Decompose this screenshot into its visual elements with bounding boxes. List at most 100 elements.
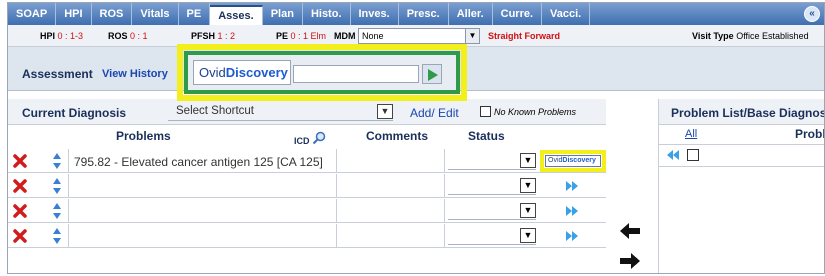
divider xyxy=(444,199,445,223)
problem-list-header: Problem List/Base Diagnos xyxy=(659,99,825,125)
chevron-down-icon: ▼ xyxy=(465,29,479,43)
hpi-value: 0 : 1-3 xyxy=(57,31,84,41)
assessment-title: Assessment xyxy=(22,67,93,81)
divider xyxy=(68,149,69,173)
problem-list-row xyxy=(659,145,824,167)
hpi-label: HPI xyxy=(40,31,56,41)
shortcut-select[interactable]: Select Shortcut ▼ xyxy=(168,103,393,121)
tab-soap[interactable]: SOAP xyxy=(8,3,57,25)
divider xyxy=(68,224,69,248)
problem-list-columns: All Probl xyxy=(659,125,825,145)
problem-list-panel: Problem List/Base Diagnos All Probl xyxy=(658,99,825,273)
pfsh-score: PFSH 1 : 2 xyxy=(191,31,235,41)
chevron-down-icon: ▼ xyxy=(520,203,536,218)
problem-list-title: Problem List/Base Diagnos xyxy=(671,106,825,120)
ovid-brand-2: Discovery xyxy=(225,65,288,80)
magnifier-icon[interactable] xyxy=(312,131,326,145)
chevron-down-icon: ▼ xyxy=(520,153,536,168)
delete-icon[interactable] xyxy=(13,179,27,193)
tab-vitals[interactable]: Vitals xyxy=(132,3,179,25)
no-known-problems-label: No Known Problems xyxy=(494,107,577,117)
tab-ros[interactable]: ROS xyxy=(92,3,133,25)
fast-forward-icon[interactable] xyxy=(566,181,578,191)
tab-investigations[interactable]: Inves. xyxy=(351,3,399,25)
divider xyxy=(444,224,445,248)
ros-label: ROS xyxy=(108,31,128,41)
move-right-arrow-icon[interactable] xyxy=(620,253,640,269)
ovid-search-input[interactable] xyxy=(293,65,419,83)
fast-forward-icon[interactable] xyxy=(566,206,578,216)
visit-type: Visit Type Office Established xyxy=(692,31,809,41)
tab-hpi[interactable]: HPI xyxy=(56,3,92,25)
reorder-icon[interactable] xyxy=(52,227,62,245)
ovid-brand-2: Discovery xyxy=(562,157,596,164)
rewind-icon[interactable] xyxy=(667,150,679,160)
reorder-icon[interactable] xyxy=(52,152,62,170)
status-column-header: Status xyxy=(468,129,505,143)
ovid-brand-1: Ovid xyxy=(199,65,226,80)
straight-forward-label: Straight Forward xyxy=(488,31,561,41)
tab-assessment[interactable]: Asses. xyxy=(210,5,263,25)
delete-icon[interactable] xyxy=(13,204,27,218)
status-select[interactable]: ▼ xyxy=(448,153,536,170)
problem-column-header: Probl xyxy=(795,127,825,141)
play-icon xyxy=(428,69,438,81)
ovid-discovery-button[interactable]: OvidDiscovery xyxy=(545,155,601,167)
divider xyxy=(68,199,69,223)
tab-history[interactable]: Histo. xyxy=(303,3,351,25)
fast-forward-icon[interactable] xyxy=(566,231,578,241)
divider xyxy=(336,149,337,173)
table-row: 795.82 - Elevated cancer antigen 125 [CA… xyxy=(8,149,606,173)
no-known-problems-checkbox[interactable] xyxy=(480,106,491,117)
delete-icon[interactable] xyxy=(13,154,27,168)
tab-pe[interactable]: PE xyxy=(179,3,211,25)
mdm-select[interactable]: None ▼ xyxy=(358,28,480,44)
status-select[interactable]: ▼ xyxy=(448,178,536,195)
divider xyxy=(444,174,445,198)
table-row: ▼ xyxy=(8,224,606,248)
tab-prescriptions[interactable]: Presc. xyxy=(399,3,449,25)
pe-label: PE xyxy=(276,31,289,41)
app-window: SOAP HPI ROS Vitals PE Asses. Plan Histo… xyxy=(7,2,825,274)
pe-value: 0 : 1 Elm xyxy=(290,31,327,41)
current-diagnosis-title: Current Diagnosis xyxy=(22,106,127,120)
reorder-icon[interactable] xyxy=(52,177,62,195)
problems-column-header: Problems xyxy=(116,129,171,143)
pfsh-label: PFSH xyxy=(191,31,216,41)
divider xyxy=(68,174,69,198)
diagnosis-header: Current Diagnosis Select Shortcut ▼ Add/… xyxy=(8,99,606,125)
tab-plan[interactable]: Plan xyxy=(263,3,303,25)
table-row: ▼ xyxy=(8,199,606,223)
view-history-link[interactable]: View History xyxy=(102,68,168,80)
move-left-arrow-icon[interactable] xyxy=(620,223,640,239)
ovid-discovery-logo[interactable]: OvidDiscovery xyxy=(193,60,291,85)
icd-label: ICD xyxy=(294,136,310,146)
collapse-icon[interactable]: « xyxy=(804,6,820,22)
chevron-down-icon: ▼ xyxy=(520,178,536,193)
tab-bar: SOAP HPI ROS Vitals PE Asses. Plan Histo… xyxy=(8,3,824,25)
status-select[interactable]: ▼ xyxy=(448,228,536,245)
pe-score: PE 0 : 1 Elm xyxy=(276,31,326,41)
all-link[interactable]: All xyxy=(685,128,697,140)
tab-vaccines[interactable]: Vacci. xyxy=(542,3,591,25)
mdm-label: MDM xyxy=(334,31,356,41)
chevron-down-icon: ▼ xyxy=(520,228,536,243)
add-edit-link[interactable]: Add/ Edit xyxy=(410,106,459,120)
ros-score: ROS 0 : 1 xyxy=(108,31,148,41)
problem-text[interactable]: 795.82 - Elevated cancer antigen 125 [CA… xyxy=(74,155,323,169)
current-diagnosis-panel: Current Diagnosis Select Shortcut ▼ Add/… xyxy=(8,99,606,273)
divider xyxy=(444,149,445,173)
visit-type-label: Visit Type xyxy=(692,31,734,41)
problem-list-checkbox[interactable] xyxy=(687,149,699,161)
tab-current-meds[interactable]: Curre. xyxy=(493,3,543,25)
status-select[interactable]: ▼ xyxy=(448,203,536,220)
chevron-down-icon: ▼ xyxy=(377,104,393,119)
ros-value: 0 : 1 xyxy=(130,31,148,41)
tab-allergies[interactable]: Aller. xyxy=(449,3,493,25)
delete-icon[interactable] xyxy=(13,229,27,243)
ovid-search-go-button[interactable] xyxy=(422,64,442,84)
icd-column-header: ICD xyxy=(294,131,326,151)
reorder-icon[interactable] xyxy=(52,202,62,220)
table-row: ▼ xyxy=(8,174,606,198)
divider xyxy=(336,174,337,198)
